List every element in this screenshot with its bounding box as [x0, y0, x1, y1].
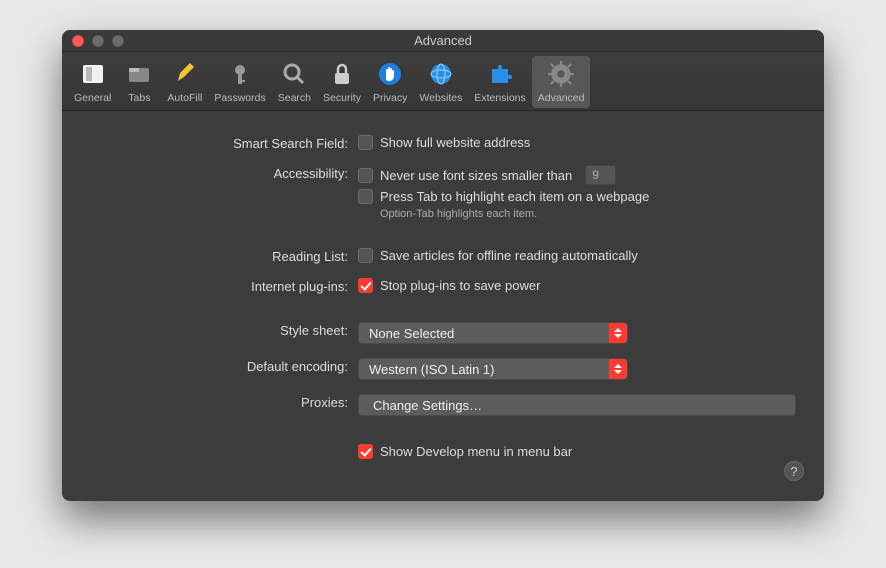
pencil-icon: [169, 58, 201, 90]
chevron-updown-icon: [609, 359, 627, 379]
preferences-toolbar: General Tabs AutoFill Passwords Search: [62, 52, 824, 111]
minimize-window-button[interactable]: [92, 35, 104, 47]
show-full-url-checkbox[interactable]: [358, 135, 373, 150]
style-sheet-label: Style sheet:: [90, 322, 358, 338]
stop-plugins-checkbox[interactable]: [358, 278, 373, 293]
pane-advanced: Smart Search Field: Show full website ad…: [62, 111, 824, 501]
switch-icon: [77, 58, 109, 90]
tab-general[interactable]: General: [68, 56, 117, 108]
show-full-url-label: Show full website address: [380, 135, 530, 150]
puzzle-icon: [484, 58, 516, 90]
min-font-size-label: Never use font sizes smaller than: [380, 168, 572, 183]
tab-extensions[interactable]: Extensions: [468, 56, 531, 108]
plugins-label: Internet plug-ins:: [90, 278, 358, 294]
zoom-window-button[interactable]: [112, 35, 124, 47]
tab-label: Websites: [419, 92, 462, 104]
tab-label: Advanced: [538, 92, 585, 104]
hand-icon: [374, 58, 406, 90]
tab-highlight-label: Press Tab to highlight each item on a we…: [380, 189, 649, 204]
tab-passwords[interactable]: Passwords: [208, 56, 271, 108]
tab-advanced[interactable]: Advanced: [532, 56, 591, 108]
tab-search[interactable]: Search: [272, 56, 317, 108]
key-icon: [224, 58, 256, 90]
globe-icon: [425, 58, 457, 90]
tabs-icon: [123, 58, 155, 90]
develop-menu-label: Show Develop menu in menu bar: [380, 444, 572, 459]
change-proxy-settings-button[interactable]: Change Settings…: [358, 394, 796, 416]
proxies-label: Proxies:: [90, 394, 358, 410]
min-font-size-checkbox[interactable]: [358, 168, 373, 183]
accessibility-label: Accessibility:: [90, 165, 358, 181]
tab-label: Privacy: [373, 92, 407, 104]
stop-plugins-label: Stop plug-ins to save power: [380, 278, 540, 293]
offline-reading-label: Save articles for offline reading automa…: [380, 248, 638, 263]
tab-websites[interactable]: Websites: [413, 56, 468, 108]
tab-label: Extensions: [474, 92, 525, 104]
tab-security[interactable]: Security: [317, 56, 367, 108]
reading-list-label: Reading List:: [90, 248, 358, 264]
style-sheet-value: None Selected: [369, 326, 454, 341]
lock-icon: [326, 58, 358, 90]
tab-highlight-checkbox[interactable]: [358, 189, 373, 204]
develop-menu-checkbox[interactable]: [358, 444, 373, 459]
smart-search-label: Smart Search Field:: [90, 135, 358, 151]
titlebar: Advanced: [62, 30, 824, 52]
window-title: Advanced: [62, 33, 824, 48]
window-controls: [62, 35, 124, 47]
encoding-value: Western (ISO Latin 1): [369, 362, 494, 377]
tab-autofill[interactable]: AutoFill: [161, 56, 208, 108]
help-button[interactable]: ?: [784, 461, 804, 481]
close-window-button[interactable]: [72, 35, 84, 47]
tab-privacy[interactable]: Privacy: [367, 56, 413, 108]
tab-label: Passwords: [214, 92, 265, 104]
encoding-label: Default encoding:: [90, 358, 358, 374]
tab-tabs[interactable]: Tabs: [117, 56, 161, 108]
tab-label: Tabs: [128, 92, 150, 104]
offline-reading-checkbox[interactable]: [358, 248, 373, 263]
encoding-select[interactable]: Western (ISO Latin 1): [358, 358, 628, 380]
style-sheet-select[interactable]: None Selected: [358, 322, 628, 344]
preferences-window: Advanced General Tabs AutoFill Passwords: [62, 30, 824, 501]
tab-label: AutoFill: [167, 92, 202, 104]
option-tab-hint: Option-Tab highlights each item.: [380, 208, 796, 220]
search-icon: [278, 58, 310, 90]
gear-icon: [545, 58, 577, 90]
min-font-size-select[interactable]: 9: [585, 165, 616, 185]
tab-label: Security: [323, 92, 361, 104]
tab-label: Search: [278, 92, 311, 104]
chevron-updown-icon: [609, 323, 627, 343]
tab-label: General: [74, 92, 111, 104]
